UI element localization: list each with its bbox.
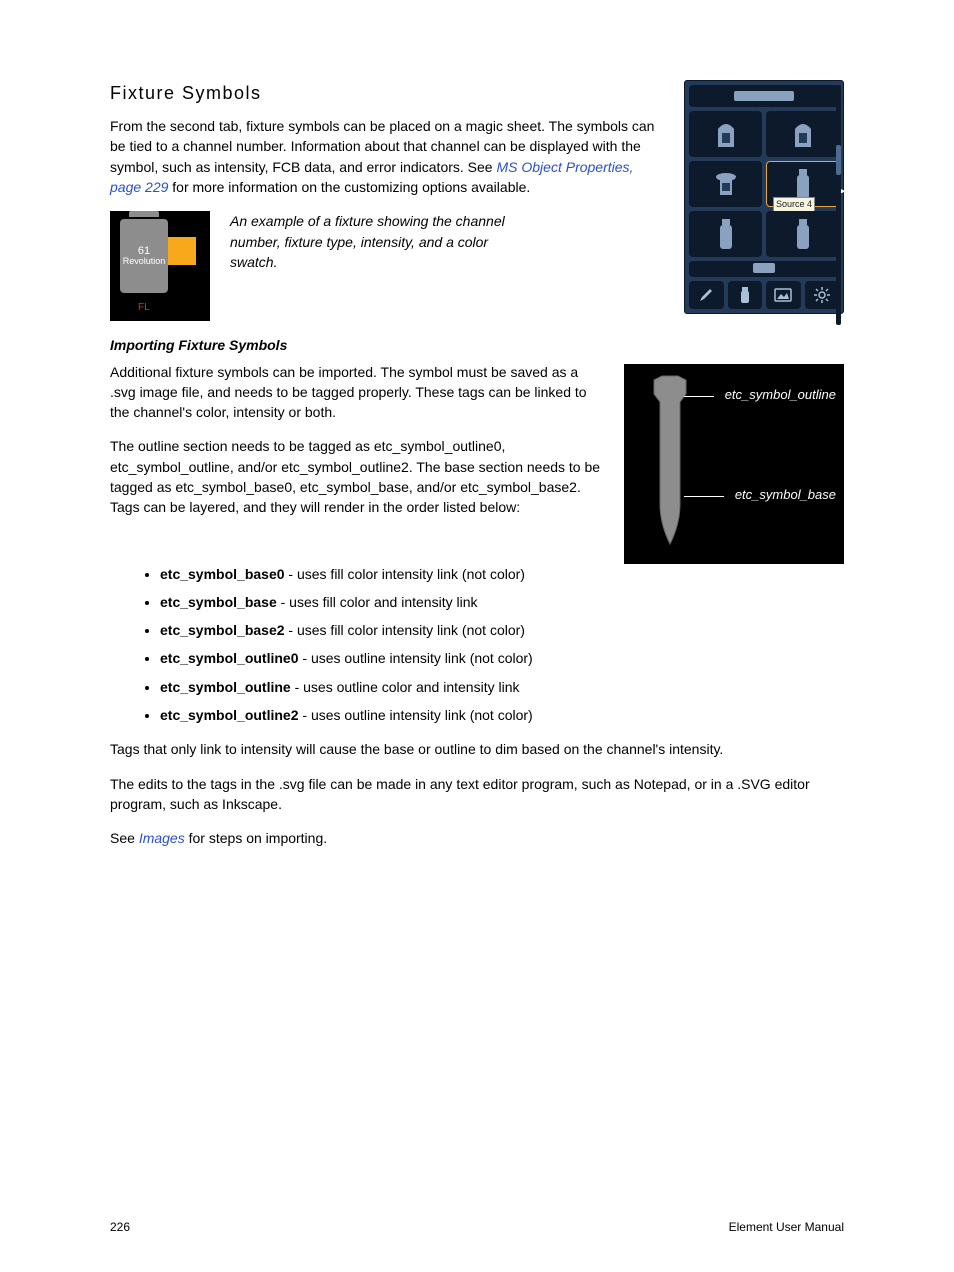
fixture-type-label: Revolution bbox=[123, 257, 166, 266]
fixture-symbol-item-selected[interactable]: Source 4 ➤ bbox=[766, 161, 839, 207]
fixture-symbol-item[interactable] bbox=[689, 211, 762, 257]
importing-subheading: Importing Fixture Symbols bbox=[110, 335, 844, 355]
outline-tag-label: etc_symbol_outline bbox=[725, 386, 836, 405]
tag-item: etc_symbol_outline0 - uses outline inten… bbox=[160, 648, 844, 668]
fixture-icon[interactable] bbox=[728, 281, 763, 309]
fixture-symbol-item[interactable] bbox=[689, 111, 762, 157]
page-number: 226 bbox=[110, 1219, 130, 1236]
manual-title: Element User Manual bbox=[729, 1219, 844, 1236]
tag-item: etc_symbol_base - uses fill color and in… bbox=[160, 592, 844, 612]
tag-item: etc_symbol_base0 - uses fill color inten… bbox=[160, 564, 844, 584]
pencil-icon[interactable] bbox=[689, 281, 724, 309]
fixture-symbol-item[interactable] bbox=[766, 111, 839, 157]
intro-paragraph: From the second tab, fixture symbols can… bbox=[110, 116, 666, 197]
see-images-paragraph: See Images for steps on importing. bbox=[110, 828, 844, 848]
fixture-symbol-panel: Source 4 ➤ bbox=[684, 80, 844, 314]
fixture-panel-scrollbar[interactable] bbox=[836, 85, 841, 325]
images-link[interactable]: Images bbox=[139, 830, 185, 846]
tag-item: etc_symbol_outline - uses outline color … bbox=[160, 677, 844, 697]
svg-tag-diagram: etc_symbol_outline etc_symbol_base bbox=[624, 364, 844, 564]
editor-note: The edits to the tags in the .svg file c… bbox=[110, 774, 844, 815]
section-heading: Fixture Symbols bbox=[110, 80, 666, 106]
intro-text-b: for more information on the customizing … bbox=[168, 179, 530, 195]
image-icon[interactable] bbox=[766, 281, 801, 309]
gear-icon[interactable] bbox=[805, 281, 840, 309]
fixture-symbol-item[interactable] bbox=[766, 211, 839, 257]
fixture-example-image: 61 Revolution FL bbox=[110, 211, 210, 321]
importing-paragraph-2: The outline section needs to be tagged a… bbox=[110, 436, 606, 517]
fixture-intensity-fl: FL bbox=[138, 301, 150, 316]
fixture-symbol-item[interactable] bbox=[689, 261, 839, 277]
color-swatch bbox=[168, 237, 196, 265]
fixture-symbol-item[interactable] bbox=[689, 161, 762, 207]
fixture-tooltip: Source 4 bbox=[773, 197, 815, 212]
base-tag-label: etc_symbol_base bbox=[735, 486, 836, 505]
tag-list: etc_symbol_base0 - uses fill color inten… bbox=[160, 564, 844, 726]
fixture-example-caption: An example of a fixture showing the chan… bbox=[230, 211, 530, 272]
importing-paragraph-1: Additional fixture symbols can be import… bbox=[110, 362, 606, 423]
fixture-symbol-item[interactable] bbox=[689, 85, 839, 107]
tag-item: etc_symbol_base2 - uses fill color inten… bbox=[160, 620, 844, 640]
tag-item: etc_symbol_outline2 - uses outline inten… bbox=[160, 705, 844, 725]
intensity-note: Tags that only link to intensity will ca… bbox=[110, 739, 844, 759]
